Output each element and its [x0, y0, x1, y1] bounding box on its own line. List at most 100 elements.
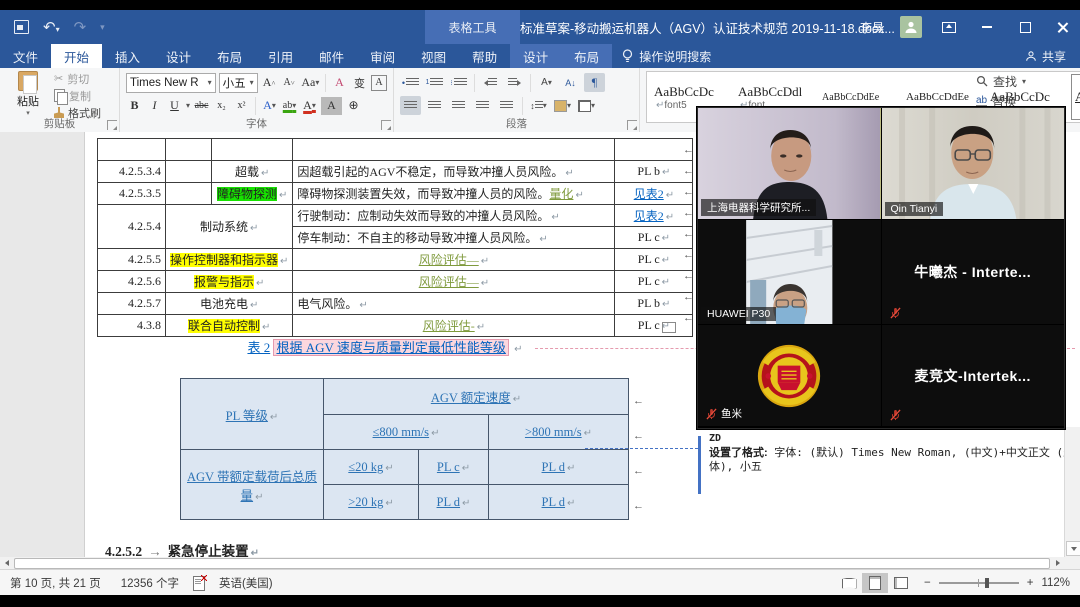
tab-review[interactable]: 审阅: [357, 44, 408, 68]
sort-button[interactable]: A↓: [560, 73, 581, 92]
zoom-out-button[interactable]: −: [924, 577, 931, 589]
zoom-slider-thumb[interactable]: [985, 578, 989, 588]
undo-icon[interactable]: ↶▾: [43, 18, 60, 36]
zoom-in-button[interactable]: +: [1027, 577, 1034, 589]
link-see-table2[interactable]: 见表2: [634, 187, 664, 201]
tab-home[interactable]: 开始: [51, 44, 102, 68]
underline-button[interactable]: U: [166, 97, 183, 115]
shrink-font-button[interactable]: A˅: [281, 74, 298, 92]
highlight-color-button[interactable]: ab▾: [281, 97, 298, 115]
scroll-down-button[interactable]: [1066, 541, 1080, 556]
customize-qat-icon[interactable]: ▾: [100, 22, 105, 33]
tab-view[interactable]: 视图: [408, 44, 459, 68]
zoom-level[interactable]: 112%: [1041, 577, 1070, 589]
tab-references[interactable]: 引用: [255, 44, 306, 68]
close-button[interactable]: [1052, 16, 1074, 38]
video-tile-mai[interactable]: 麦竞文-Intertek...: [882, 325, 1065, 426]
horizontal-scroll-thumb[interactable]: [14, 558, 1050, 569]
bullets-button[interactable]: •: [400, 73, 421, 92]
tab-insert[interactable]: 插入: [102, 44, 153, 68]
subscript-button[interactable]: x₂: [213, 97, 230, 115]
text-effects-button[interactable]: A▾: [261, 97, 278, 115]
revision-comment[interactable]: ZD 设置了格式: 字体: (默认) Times New Roman, (中文)…: [709, 432, 1075, 475]
ribbon-display-options-button[interactable]: [938, 16, 960, 38]
signed-in-user[interactable]: 李昊: [860, 19, 884, 36]
link-risk-assessment[interactable]: 风险评估—: [419, 275, 479, 289]
increase-indent-button[interactable]: [504, 73, 525, 92]
tell-me-search[interactable]: 操作说明搜索: [612, 44, 721, 68]
link-risk-assessment[interactable]: 风险评估-: [423, 319, 475, 333]
language-indicator[interactable]: 英语(美国): [209, 575, 283, 591]
redo-icon[interactable]: ↷: [74, 18, 87, 36]
tab-help[interactable]: 帮助: [459, 44, 510, 68]
link-see-table2[interactable]: 见表2: [634, 209, 664, 223]
align-center-button[interactable]: [424, 96, 445, 115]
tab-table-design[interactable]: 设计: [510, 44, 561, 68]
scroll-right-button[interactable]: [1052, 558, 1063, 568]
cut-button[interactable]: ✂ 剪切: [54, 71, 101, 86]
copy-button[interactable]: 复制: [54, 88, 101, 103]
save-icon[interactable]: [14, 20, 29, 34]
word-count[interactable]: 12356 个字: [111, 575, 189, 591]
user-avatar[interactable]: [900, 16, 922, 38]
line-spacing-button[interactable]: ↕▾: [528, 96, 549, 115]
pl-grade-table[interactable]: PL 等级↵ AGV 额定速度↵ ≤800 mm/s↵ >800 mm/s↵ A…: [180, 378, 629, 520]
change-case-button[interactable]: Aa▾: [301, 74, 321, 92]
video-tile-yumi[interactable]: 鱼米: [698, 325, 881, 426]
share-button[interactable]: 共享: [1011, 44, 1080, 68]
superscript-button[interactable]: x²: [233, 97, 250, 115]
video-tile-niu[interactable]: 牛曦杰 - Interte...: [882, 220, 1065, 324]
shading-button[interactable]: ▾: [552, 96, 573, 115]
bold-button[interactable]: B: [126, 97, 143, 115]
distribute-button[interactable]: [496, 96, 517, 115]
character-border-button[interactable]: A: [371, 75, 387, 91]
restore-button[interactable]: [1014, 16, 1036, 38]
clipboard-dialog-launcher[interactable]: [107, 120, 117, 130]
page-indicator[interactable]: 第 10 页, 共 21 页: [0, 575, 111, 591]
italic-button[interactable]: I: [146, 97, 163, 115]
justify-button[interactable]: [472, 96, 493, 115]
multilevel-list-button[interactable]: ⁝: [448, 73, 469, 92]
minimize-button[interactable]: [976, 16, 998, 38]
paragraph-dialog-launcher[interactable]: [627, 120, 637, 130]
borders-button[interactable]: ▾: [576, 96, 597, 115]
asian-layout-button[interactable]: A▾: [536, 73, 557, 92]
tab-layout[interactable]: 布局: [204, 44, 255, 68]
video-tile-shanghai[interactable]: 上海电器科学研究所...: [698, 108, 881, 219]
clear-formatting-button[interactable]: A: [331, 74, 348, 92]
vertical-scrollbar[interactable]: [1064, 427, 1080, 557]
video-tile-huawei-p30[interactable]: HUAWEI P30: [698, 220, 881, 324]
scroll-left-button[interactable]: [1, 558, 12, 568]
risk-table[interactable]: 4.2.5.3.4 超载↵ 因超载引起的AGV不稳定，而导致冲撞人员风险。↵ P…: [97, 138, 693, 337]
zoom-slider[interactable]: [939, 582, 1019, 584]
proofing-errors-icon[interactable]: [193, 576, 205, 591]
video-tile-qin-tianyi[interactable]: Qin Tianyi: [882, 108, 1065, 219]
show-formatting-marks-button[interactable]: ¶: [584, 73, 605, 92]
video-conference-window[interactable]: 上海电器科学研究所... Qin Tianyi: [697, 107, 1065, 429]
underline-dropdown-icon[interactable]: ▾: [186, 101, 190, 110]
numbering-button[interactable]: 1: [424, 73, 445, 92]
decrease-indent-button[interactable]: [480, 73, 501, 92]
paste-button[interactable]: 粘贴 ▾: [6, 71, 50, 117]
read-mode-button[interactable]: [836, 573, 862, 593]
font-name-combo[interactable]: Times New R ▾: [126, 73, 216, 93]
strikethrough-button[interactable]: abc: [193, 97, 210, 115]
tab-table-layout[interactable]: 布局: [561, 44, 612, 68]
enclose-characters-button[interactable]: ⊕: [345, 97, 362, 115]
print-layout-button[interactable]: [862, 573, 888, 593]
link-quantify[interactable]: 量化: [549, 187, 573, 201]
link-risk-assessment[interactable]: 风险评估—: [419, 253, 479, 267]
phonetic-guide-button[interactable]: 变: [351, 74, 368, 92]
grow-font-button[interactable]: A˄: [261, 74, 278, 92]
find-button[interactable]: 查找 ▾: [976, 71, 1074, 91]
align-left-button[interactable]: [400, 96, 421, 115]
tab-design[interactable]: 设计: [153, 44, 204, 68]
align-right-button[interactable]: [448, 96, 469, 115]
tab-mailings[interactable]: 邮件: [306, 44, 357, 68]
font-size-combo[interactable]: 小五 ▾: [219, 73, 258, 93]
font-color-button[interactable]: A▾: [301, 97, 318, 115]
web-layout-button[interactable]: [888, 573, 914, 593]
character-shading-button[interactable]: A: [321, 97, 342, 115]
horizontal-scrollbar[interactable]: [0, 557, 1080, 569]
tab-file[interactable]: 文件: [0, 44, 51, 68]
